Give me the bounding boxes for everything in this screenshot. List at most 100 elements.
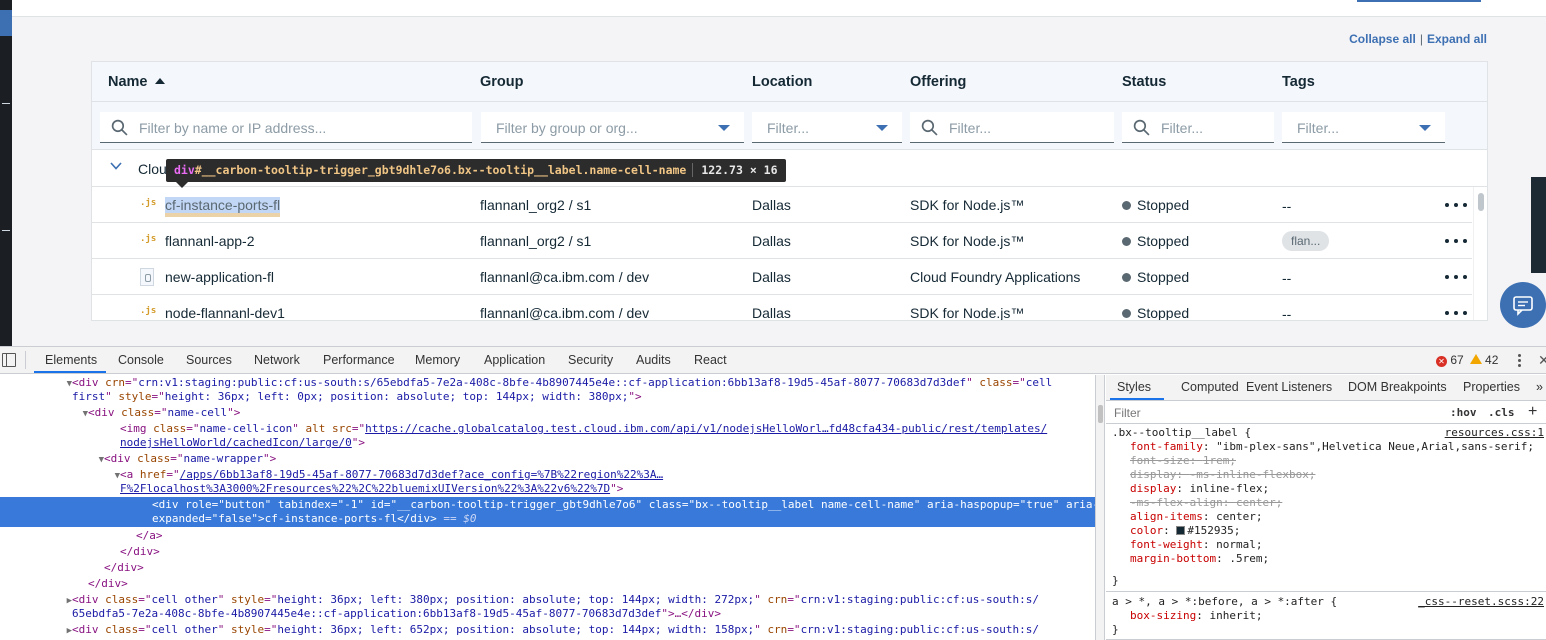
tags-filter-dropdown[interactable]: Filter... [1282, 112, 1445, 143]
tab-application[interactable]: Application [484, 353, 545, 367]
dom-node-line[interactable]: 65ebdfa5-7e2a-408c-8bfe-4b8907445e4e::cf… [0, 606, 1095, 622]
dom-node-line[interactable]: </div> [0, 576, 1095, 592]
column-header-offering[interactable]: Offering [910, 74, 966, 90]
location-filter-dropdown[interactable]: Filter... [752, 112, 902, 143]
css-declaration[interactable]: font-size: 1rem; [1130, 454, 1236, 468]
app-name-link[interactable]: flannanl-app-2 [165, 233, 255, 249]
filter-row: Filter by name or IP address... Filter b… [92, 102, 1487, 150]
color-swatch-icon[interactable] [1176, 526, 1186, 535]
dom-node-line[interactable]: ▼ <div class="name-cell"> [0, 405, 1095, 421]
status-dot-icon [1122, 237, 1131, 246]
new-rule-button[interactable]: + [1528, 403, 1537, 421]
table-row[interactable]: .js flannanl-app-2 flannanl_org2 / s1 Da… [92, 223, 1472, 259]
tab-properties[interactable]: Properties [1463, 380, 1520, 394]
dom-token: =" [264, 623, 278, 636]
css-colon: : [1163, 524, 1177, 537]
selected-dom-node[interactable]: expanded="false">cf-instance-ports-fl</d… [0, 511, 1095, 527]
tab-computed[interactable]: Computed [1181, 380, 1239, 394]
rule-source-link[interactable]: _css--reset.scss:22 [1418, 595, 1544, 608]
elements-tree[interactable]: ▼ <div crn="crn:v1:staging:public:cf:us-… [0, 375, 1095, 640]
scrollbar-thumb[interactable] [1098, 405, 1103, 423]
status-filter-input[interactable]: Filter... [1122, 112, 1274, 143]
dom-token: expanded [152, 512, 205, 525]
dom-node-line[interactable]: nodejsHelloWorld/cachedIcon/large/0"> [0, 435, 1095, 451]
console-counts[interactable]: ✕ 67 42 [1436, 353, 1498, 367]
device-toggle-icon[interactable] [2, 353, 16, 367]
tab-audits[interactable]: Audits [636, 353, 671, 367]
dom-token: <img [120, 422, 154, 435]
tab-event-listeners[interactable]: Event Listeners [1246, 380, 1332, 394]
overflow-menu-icon[interactable] [1445, 203, 1469, 209]
table-row[interactable]: .js node-flannanl-dev1 flannanl@ca.ibm.c… [92, 295, 1472, 320]
app-name-link[interactable]: node-flannanl-dev1 [165, 305, 285, 320]
close-icon[interactable]: ✕ [1538, 352, 1546, 369]
dom-node-line[interactable]: </a> [0, 528, 1095, 544]
table-row[interactable]: .js cf-instance-ports-fl flannanl_org2 /… [92, 187, 1472, 223]
css-declaration[interactable]: display: inline-flex; [1130, 482, 1269, 496]
tab-memory[interactable]: Memory [415, 353, 460, 367]
table-scrollbar[interactable] [1473, 187, 1487, 320]
column-header-name[interactable]: Name [108, 74, 165, 90]
side-feedback-tab[interactable] [1531, 177, 1546, 273]
app-name-link[interactable]: new-application-fl [165, 269, 274, 285]
overflow-menu-icon[interactable] [1445, 311, 1469, 317]
more-options-icon[interactable] [1518, 354, 1522, 368]
dom-token: =" [1013, 498, 1027, 511]
dom-token: __carbon-tooltip-trigger_gbt9dhle7o6 [397, 498, 636, 511]
dom-token: button [224, 498, 265, 511]
tag-pill[interactable]: flan... [1282, 231, 1330, 251]
tab-performance[interactable]: Performance [323, 353, 395, 367]
tab-console[interactable]: Console [118, 353, 164, 367]
chat-button[interactable] [1500, 282, 1546, 328]
dom-token: class [105, 593, 139, 606]
dom-node-line[interactable]: </div> [0, 560, 1095, 576]
dom-token: </div> [397, 512, 437, 525]
dom-node-line[interactable]: first" style="height: 36px; left: 0px; p… [0, 389, 1095, 405]
group-filter-dropdown[interactable]: Filter by group or org... [481, 112, 744, 143]
overflow-menu-icon[interactable] [1445, 239, 1469, 245]
pane-scrollbar[interactable] [1095, 375, 1105, 640]
chevron-down-icon[interactable] [110, 160, 122, 172]
tab-network[interactable]: Network [254, 353, 300, 367]
css-declaration[interactable]: font-family: "ibm-plex-sans",Helvetica N… [1130, 440, 1534, 454]
styles-filter-input[interactable]: Filter [1114, 406, 1141, 420]
tab-sources[interactable]: Sources [186, 353, 232, 367]
css-declaration[interactable]: align-items: center; [1130, 510, 1262, 524]
tab-react[interactable]: React [694, 353, 727, 367]
collapse-all-link[interactable]: Collapse all [1349, 32, 1416, 46]
app-name-link[interactable]: cf-instance-ports-fl [165, 197, 281, 213]
css-declaration[interactable]: box-sizing: inherit; [1130, 609, 1262, 623]
column-header-tags[interactable]: Tags [1282, 74, 1315, 90]
tab-styles[interactable]: Styles [1117, 380, 1151, 394]
nodejs-icon: .js [140, 198, 157, 208]
css-declaration[interactable]: -ms-flex-align: center; [1130, 496, 1282, 510]
css-declaration[interactable]: color: #152935; [1130, 524, 1240, 538]
css-declaration[interactable]: display: -ms-inline-flexbox; [1130, 468, 1315, 482]
table-row[interactable]: new-application-fl flannanl@ca.ibm.com /… [92, 259, 1472, 295]
css-declaration[interactable]: font-weight: normal; [1130, 538, 1262, 552]
dom-node-line[interactable]: F%2Flocalhost%3A3000%2Fresources%22%2C%2… [0, 481, 1095, 497]
expand-all-link[interactable]: Expand all [1427, 32, 1487, 46]
column-header-group[interactable]: Group [480, 74, 524, 90]
overflow-menu-icon[interactable] [1445, 275, 1469, 281]
tab-security[interactable]: Security [568, 353, 613, 367]
dom-token: class [105, 623, 139, 636]
tab-dom-breakpoints[interactable]: DOM Breakpoints [1348, 380, 1447, 394]
dom-token: class [137, 452, 171, 465]
hover-state-toggle[interactable]: :hov [1450, 406, 1477, 419]
dom-node-line[interactable]: ▼ <div class="name-wrapper"> [0, 451, 1095, 467]
column-header-location[interactable]: Location [752, 74, 812, 90]
column-header-status[interactable]: Status [1122, 74, 1166, 90]
rule-source-link[interactable]: resources.css:1 [1445, 426, 1544, 439]
inspect-element-tooltip: div#__carbon-tooltip-trigger_gbt9dhle7o6… [166, 159, 786, 182]
offering-filter-input[interactable]: Filter... [910, 112, 1114, 143]
class-toggle[interactable]: .cls [1488, 406, 1515, 419]
scrollbar-thumb[interactable] [1478, 193, 1484, 211]
css-declaration[interactable]: margin-bottom: .5rem; [1130, 552, 1269, 566]
more-tabs-icon[interactable]: » [1536, 380, 1543, 394]
name-filter-input[interactable]: Filter by name or IP address... [100, 112, 472, 143]
dom-token: class [979, 376, 1013, 389]
dom-node-line[interactable]: ▶ <div class="cell other" style="height:… [0, 622, 1095, 638]
dom-node-line[interactable]: </div> [0, 544, 1095, 560]
tab-elements[interactable]: Elements [45, 353, 97, 367]
